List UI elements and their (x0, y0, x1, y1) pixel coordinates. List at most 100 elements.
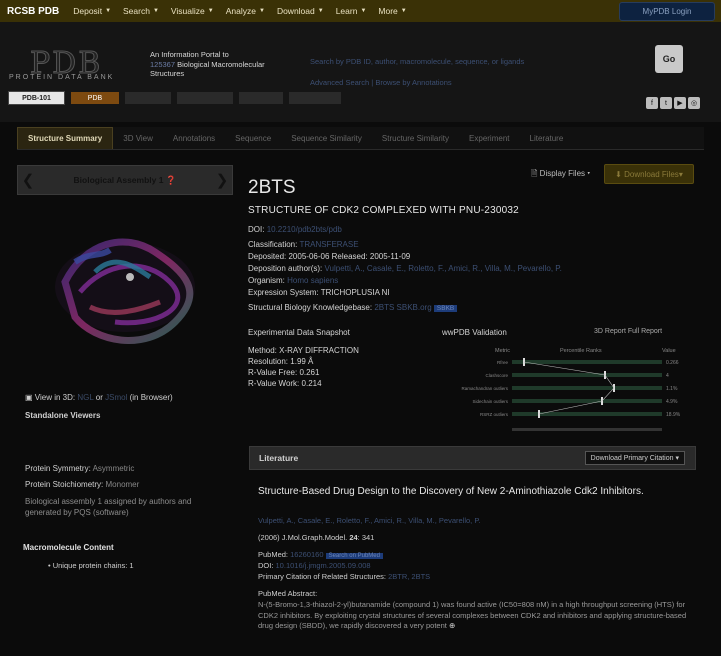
caret-down-icon: ▼ (360, 8, 367, 14)
literature-section-bar: Literature Download Primary Citation ▾ (249, 446, 696, 470)
search-input[interactable]: Search by PDB ID, author, macromolecule,… (310, 57, 524, 66)
partner-logo[interactable] (177, 92, 233, 104)
validation-metric-label: Sidechain outliers (472, 399, 508, 404)
top-nav: RCSB PDB Deposit ▼ Search ▼ Visualize ▼ Ana… (0, 0, 721, 22)
mypdb-login-button[interactable]: MyPDB Login (619, 2, 715, 21)
tab-structure-summary[interactable]: Structure Summary (17, 127, 114, 149)
sbkb-badge[interactable]: SBKB (433, 305, 458, 312)
validation-report-links[interactable]: 3D Report Full Report (594, 328, 662, 335)
youtube-icon[interactable]: ▶ (674, 97, 686, 109)
partner-logo[interactable] (125, 92, 171, 104)
organism-line: Organism: Homo sapiens (248, 276, 339, 285)
doi-link[interactable]: 10.2210/pdb2bts/pdb (267, 225, 342, 234)
tab-annotations[interactable]: Annotations (163, 127, 225, 149)
pdb-tile-logo[interactable]: PDB (71, 92, 119, 104)
legend-track (512, 428, 662, 431)
organism-link[interactable]: Homo sapiens (287, 276, 338, 285)
classification-link[interactable]: TRANSFERASE (299, 240, 358, 249)
validation-metric-label: Clashscore (485, 373, 508, 378)
go-button[interactable]: Go (655, 45, 683, 73)
related-structures-line: Primary Citation of Related Structures: … (258, 572, 431, 581)
abstract-title: PubMed Abstract: (258, 589, 318, 598)
partner-logo[interactable] (289, 92, 341, 104)
search-links[interactable]: Advanced Search | Browse by Annotations (310, 78, 452, 87)
experimental-snapshot-title: Experimental Data Snapshot (248, 328, 350, 337)
validation-value: 0.266 (666, 360, 679, 366)
protein-symmetry: Protein Symmetry: Asymmetric (25, 464, 135, 473)
partner-logo[interactable] (239, 92, 283, 104)
paper-doi-link[interactable]: 10.1016/j.jmgm.2005.09.008 (276, 561, 371, 570)
entry-title: STRUCTURE OF CDK2 COMPLEXED WITH PNU-230… (248, 205, 519, 216)
caret-down-icon: ▼ (400, 8, 407, 14)
help-icon[interactable]: ❓ (166, 175, 177, 185)
pubmed-line: PubMed: 16260160 Search on PubMed (258, 550, 383, 559)
tab-sequence-similarity[interactable]: Sequence Similarity (281, 127, 372, 149)
nav-learn[interactable]: Learn ▼ (336, 6, 367, 16)
download-icon: ⬇ (615, 169, 622, 179)
partner-logos: PDB-101 PDB (8, 91, 341, 105)
facebook-icon[interactable]: f (646, 97, 658, 109)
literature-title: Literature (259, 453, 299, 463)
display-files-button[interactable]: 🗎 Display Files ▾ (531, 168, 590, 182)
validation-value: 1.1% (666, 386, 678, 392)
pdb-logo-subtitle: PROTEIN DATA BANK (9, 74, 115, 81)
percentile-track (512, 412, 662, 416)
tab-literature[interactable]: Literature (520, 127, 574, 149)
validation-metric-label: RSRZ outliers (480, 412, 509, 417)
github-icon[interactable]: ◎ (688, 97, 700, 109)
sbkb-link[interactable]: 2BTS SBKB.org (374, 303, 431, 312)
validation-metric-label: Rfree (497, 360, 509, 365)
macromolecule-content-title: Macromolecule Content (23, 543, 114, 552)
nav-more[interactable]: More ▼ (378, 6, 406, 16)
nav-deposit[interactable]: Deposit ▼ (73, 6, 111, 16)
cube-icon: ▣ (25, 393, 33, 402)
structure-count: 125367 (150, 59, 176, 69)
header-band: PDB PROTEIN DATA BANK An Information Por… (0, 22, 721, 122)
validation-slider-chart[interactable]: Metric Percentile Ranks Value Rfree 0.266… (440, 342, 690, 442)
paper-authors[interactable]: Vulpetti, A., Casale, E., Roletto, F., A… (258, 516, 480, 525)
bio-assembly-note: Biological assembly 1 assigned by author… (25, 497, 192, 517)
download-files-button[interactable]: ⬇ Download Files ▾ (604, 164, 694, 184)
ngl-link[interactable]: NGL (77, 393, 93, 402)
percentile-track (512, 373, 662, 377)
tagline: An Information Portal to 125367 Biologic… (150, 50, 265, 78)
tab-sequence[interactable]: Sequence (225, 127, 281, 149)
prev-assembly-icon[interactable]: ❮ (18, 171, 38, 189)
protein-structure-image[interactable] (35, 222, 215, 352)
value-header: Value (662, 348, 676, 354)
sbkb-line: Structural Biology Knowledgebase: 2BTS S… (248, 303, 458, 312)
download-citation-button[interactable]: Download Primary Citation ▾ (584, 451, 685, 465)
assembly-selector: ❮ Biological Assembly 1 ❓ ❯ (17, 165, 233, 195)
nav-visualize[interactable]: Visualize ▼ (171, 6, 214, 16)
author-links[interactable]: Vulpetti, A., Casale, E., Roletto, F., A… (325, 264, 562, 273)
tab-structure-similarity[interactable]: Structure Similarity (372, 127, 459, 149)
pubmed-link[interactable]: 16260160 (290, 550, 323, 559)
tab-3d-view[interactable]: 3D View (113, 127, 163, 149)
jsmol-link[interactable]: JSmol (105, 393, 127, 402)
dates-line: Deposited: 2005-06-06 Released: 2005-11-… (248, 252, 411, 261)
paper-doi-line: DOI: 10.1016/j.jmgm.2005.09.008 (258, 561, 371, 570)
nav-search[interactable]: Search ▼ (123, 6, 159, 16)
pdb101-logo[interactable]: PDB-101 (8, 91, 65, 105)
validation-metric-label: Ramachandran outliers (461, 386, 508, 391)
classification-line: Classification: TRANSFERASE (248, 240, 359, 249)
pubmed-search-badge[interactable]: Search on PubMed (325, 553, 383, 559)
authors-line: Deposition author(s): Vulpetti, A., Casa… (248, 264, 562, 273)
method-line: Method: X-RAY DIFFRACTION (248, 346, 359, 355)
caret-down-icon: ▼ (207, 8, 214, 14)
standalone-viewers-title: Standalone Viewers (25, 411, 101, 420)
brand-logo[interactable]: RCSB PDB (7, 6, 59, 17)
twitter-icon[interactable]: t (660, 97, 672, 109)
next-assembly-icon[interactable]: ❯ (212, 171, 232, 189)
caret-down-icon: ▼ (152, 8, 159, 14)
social-links: f t ▶ ◎ (646, 97, 700, 109)
paper-title: Structure-Based Drug Design to the Disco… (258, 486, 644, 497)
tab-experiment[interactable]: Experiment (459, 127, 519, 149)
tab-bar: Structure Summary 3D View Annotations Se… (17, 127, 704, 150)
nav-analyze[interactable]: Analyze ▼ (226, 6, 265, 16)
related-structures-links[interactable]: 2BTR, 2BTS (388, 572, 430, 581)
paper-reference: (2006) J.Mol.Graph.Model. 24: 341 (258, 533, 375, 542)
validation-value: 4.9% (666, 399, 678, 405)
nav-download[interactable]: Download ▼ (277, 6, 324, 16)
expand-icon[interactable]: ⊕ (449, 621, 455, 630)
